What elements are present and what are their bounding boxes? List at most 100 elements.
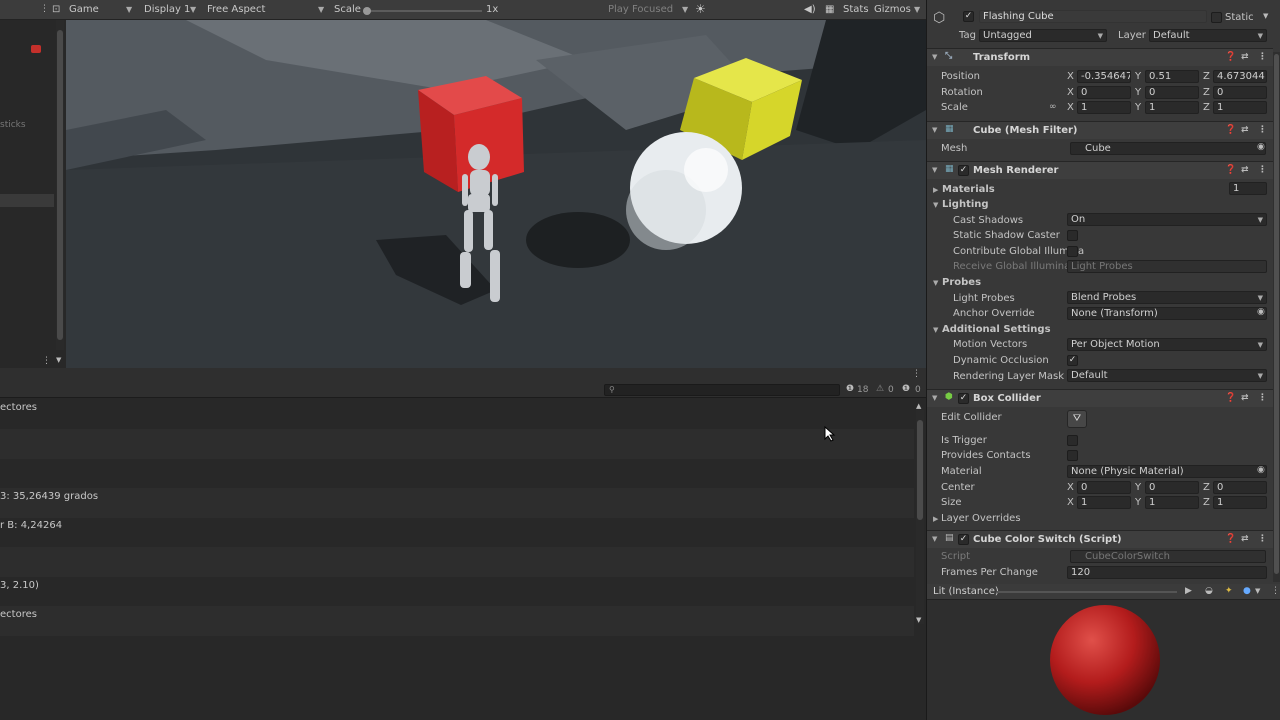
additional-settings-label[interactable]: Additional Settings [942,324,1051,335]
transform-header[interactable]: ▼ ⤡ Transform ❓ ⇄ ⋮ [927,48,1273,66]
preview-splitter[interactable] [997,591,1177,593]
scale-x-field[interactable]: 1 [1077,101,1131,114]
light-probes-dropdown[interactable]: Blend Probes ▼ [1067,291,1267,304]
active-checkbox[interactable]: ✓ [963,11,974,22]
is-trigger-checkbox[interactable] [1067,435,1078,446]
chevron-down-icon[interactable]: ▼ [1255,587,1260,595]
size-y-field[interactable]: 1 [1145,496,1199,509]
bug-icon[interactable]: ☀ [695,2,706,16]
console-search-input[interactable]: ⚲ [604,384,840,396]
more-icon[interactable]: ⋮ [1258,125,1267,135]
rotation-y-field[interactable]: 0 [1145,86,1199,99]
light-icon[interactable]: ✦ [1225,586,1233,596]
provides-contacts-checkbox[interactable] [1067,450,1078,461]
static-checkbox[interactable] [1211,12,1222,23]
preset-icon[interactable]: ⇄ [1241,125,1249,135]
game-tab-dropdown[interactable]: Game [69,4,99,15]
hierarchy-scrollbar[interactable] [56,20,64,350]
object-name-field[interactable]: Flashing Cube [979,10,1207,23]
scale-slider[interactable] [363,7,482,15]
aspect-dropdown[interactable]: Free Aspect [207,4,265,15]
hierarchy-selected-row[interactable] [0,194,54,207]
tag-dropdown[interactable]: Untagged ▼ [979,29,1107,42]
background-icon[interactable]: ● [1243,586,1251,596]
more-icon[interactable]: ⋮ [1258,393,1267,403]
expand-icon[interactable]: ▼ [933,326,938,334]
more-icon[interactable]: ⋮ [42,356,51,366]
position-z-field[interactable]: 4.673044 [1213,70,1267,83]
enabled-checkbox[interactable]: ✓ [958,165,969,176]
anchor-override-field[interactable]: None (Transform) [1067,307,1267,320]
game-viewport[interactable] [66,20,926,368]
console-row[interactable]: ectores [0,399,914,429]
center-y-field[interactable]: 0 [1145,481,1199,494]
more-icon[interactable]: ⋮ [1258,534,1267,544]
enabled-checkbox[interactable]: ✓ [958,534,969,545]
box-collider-header[interactable]: ▼ ⬢ ✓ Box Collider ❓ ⇄ ⋮ [927,389,1273,407]
help-icon[interactable]: ❓ [1225,125,1236,135]
layer-overrides-label[interactable]: Layer Overrides [941,513,1021,524]
console-row[interactable]: ectores [0,606,914,636]
object-picker-icon[interactable]: ◉ [1257,307,1265,317]
console-row[interactable]: 3: 35,26439 grados [0,488,914,518]
scale-slider-handle[interactable] [363,7,371,15]
more-icon[interactable]: ⋮ [912,369,921,379]
hierarchy-item-label[interactable]: sticks [0,120,26,130]
sphere-shape-icon[interactable]: ◒ [1205,586,1213,596]
expand-icon[interactable]: ▼ [933,279,938,287]
preset-icon[interactable]: ⇄ [1241,534,1249,544]
edit-collider-button[interactable]: ⛛ [1067,410,1087,428]
help-icon[interactable]: ❓ [1225,393,1236,403]
scroll-down-icon[interactable]: ▼ [56,356,61,364]
size-x-field[interactable]: 1 [1077,496,1131,509]
help-icon[interactable]: ❓ [1225,534,1236,544]
error-icon[interactable]: ❶ [902,384,910,394]
scale-y-field[interactable]: 1 [1145,101,1199,114]
mesh-filter-header[interactable]: ▼ ▦ Cube (Mesh Filter) ❓ ⇄ ⋮ [927,121,1273,139]
stats-button[interactable]: Stats [843,4,869,15]
inspector-scrollbar[interactable] [1273,52,1280,582]
console-row[interactable]: r B: 4,24264 [0,517,914,547]
frames-per-change-field[interactable]: 120 [1067,566,1267,579]
position-x-field[interactable]: -0.354647 [1077,70,1131,83]
console-row[interactable] [0,429,914,459]
display-dropdown[interactable]: Display 1 [144,4,190,15]
more-icon[interactable]: ⋮ [1258,52,1267,62]
motion-vectors-dropdown[interactable]: Per Object Motion ▼ [1067,338,1267,351]
scroll-up-icon[interactable]: ▲ [916,402,921,410]
audio-icon[interactable]: ◀) [804,4,816,15]
position-y-field[interactable]: 0.51 [1145,70,1199,83]
script-header[interactable]: ▼ ▤ ✓ Cube Color Switch (Script) ❓ ⇄ ⋮ [927,530,1273,548]
materials-label[interactable]: Materials [942,184,995,195]
center-z-field[interactable]: 0 [1213,481,1267,494]
center-x-field[interactable]: 0 [1077,481,1131,494]
warning-icon[interactable]: ⚠ [876,384,884,394]
contribute-gi-checkbox[interactable] [1067,246,1078,257]
collapsed-icon[interactable]: ▶ [933,186,938,194]
help-icon[interactable]: ❓ [1225,165,1236,175]
rendering-layer-mask-dropdown[interactable]: Default ▼ [1067,369,1267,382]
lighting-label[interactable]: Lighting [942,199,989,210]
collapsed-icon[interactable]: ▶ [933,515,938,523]
materials-count-field[interactable]: 1 [1229,182,1267,195]
size-z-field[interactable]: 1 [1213,496,1267,509]
preset-icon[interactable]: ⇄ [1241,393,1249,403]
maximize-icon[interactable]: ⊡ [52,4,60,15]
console-row[interactable] [0,547,914,577]
dynamic-occlusion-checkbox[interactable]: ✓ [1067,355,1078,366]
rotation-z-field[interactable]: 0 [1213,86,1267,99]
layer-dropdown[interactable]: Default ▼ [1149,29,1267,42]
object-picker-icon[interactable]: ◉ [1257,465,1265,475]
gizmos-button[interactable]: Gizmos [874,4,911,15]
preset-icon[interactable]: ⇄ [1241,52,1249,62]
material-field[interactable]: None (Physic Material) [1067,465,1267,478]
more-icon[interactable]: ⋮ [40,4,49,14]
mesh-field[interactable]: Cube [1070,142,1266,155]
console-row[interactable] [0,459,914,489]
enabled-checkbox[interactable]: ✓ [958,393,969,404]
more-icon[interactable]: ⋮ [1271,586,1280,596]
console-scrollbar[interactable] [916,410,924,624]
info-icon[interactable]: ❶ [846,384,854,394]
expand-icon[interactable]: ▼ [933,201,938,209]
mesh-renderer-header[interactable]: ▼ ▦ ✓ Mesh Renderer ❓ ⇄ ⋮ [927,161,1273,179]
